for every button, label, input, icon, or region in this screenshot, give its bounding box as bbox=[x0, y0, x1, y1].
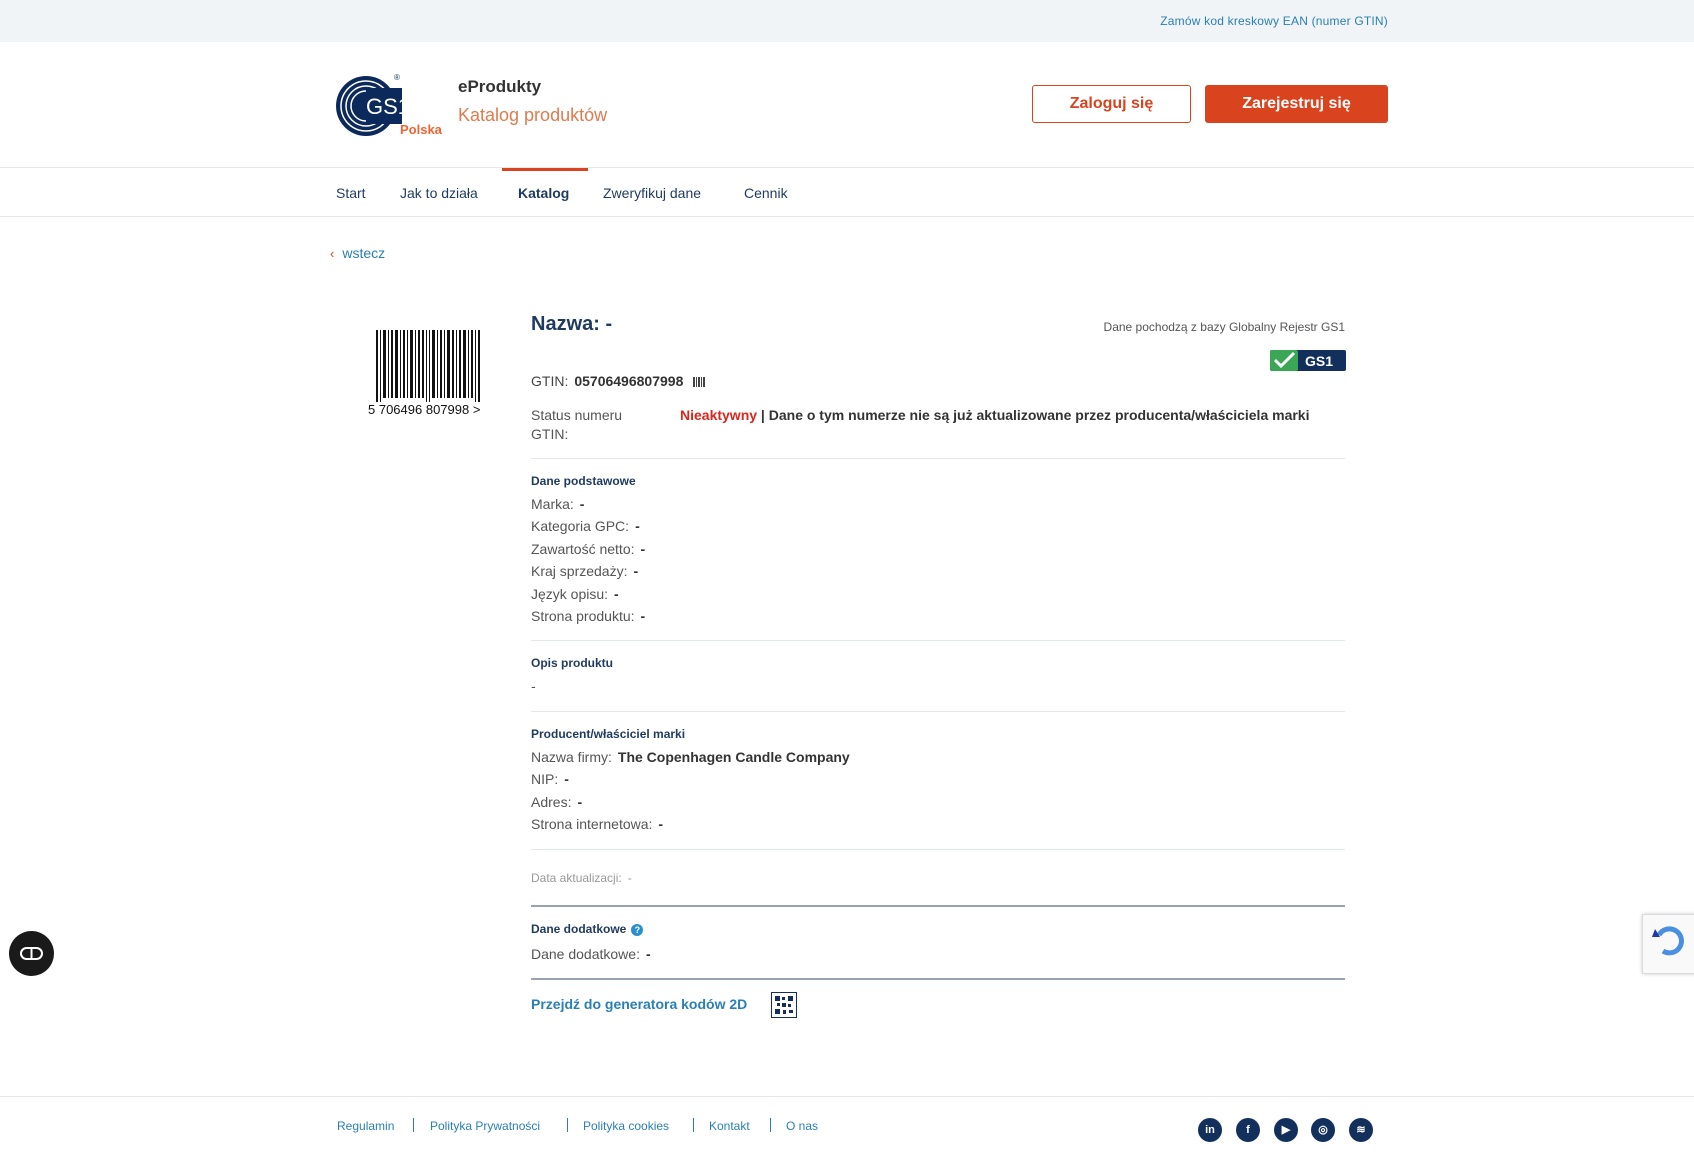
field-nip: NIP: - bbox=[531, 771, 569, 787]
generator-2d-link[interactable]: Przejdź do generatora kodów 2D bbox=[531, 996, 747, 1012]
footer-separator bbox=[413, 1118, 414, 1132]
footer-link-kontakt[interactable]: Kontakt bbox=[709, 1119, 750, 1133]
field-adres: Adres: - bbox=[531, 794, 583, 810]
linkedin-icon[interactable]: in bbox=[1198, 1118, 1222, 1142]
accessibility-icon bbox=[20, 947, 43, 960]
header: GS1 ® Polska eProdukty Katalog produktów… bbox=[0, 42, 1694, 168]
footer-separator bbox=[567, 1118, 568, 1132]
logo-polska: Polska bbox=[400, 122, 442, 137]
field-zawartosc-netto: Zawartość netto: - bbox=[531, 541, 646, 557]
youtube-icon[interactable]: ▶ bbox=[1274, 1118, 1298, 1142]
nav-item-start[interactable]: Start bbox=[336, 185, 366, 201]
description-value: - bbox=[531, 678, 536, 694]
order-barcode-link[interactable]: Zamów kod kreskowy EAN (numer GTIN) bbox=[1160, 14, 1388, 28]
recaptcha-icon bbox=[1652, 926, 1684, 956]
svg-text:GS1: GS1 bbox=[366, 94, 410, 119]
divider bbox=[531, 458, 1345, 459]
recaptcha-badge[interactable] bbox=[1642, 914, 1694, 974]
back-link[interactable]: ‹ wstecz bbox=[330, 245, 385, 261]
field-kraj-sprzedazy: Kraj sprzedaży: - bbox=[531, 563, 639, 579]
divider bbox=[531, 905, 1345, 907]
field-marka: Marka: - bbox=[531, 496, 585, 512]
field-jezyk-opisu: Język opisu: - bbox=[531, 586, 619, 602]
nav-item-zweryfikuj-dane[interactable]: Zweryfikuj dane bbox=[603, 185, 701, 201]
nav-item-katalog[interactable]: Katalog bbox=[518, 185, 569, 201]
nav-item-jak-to-dziala[interactable]: Jak to działa bbox=[400, 185, 478, 201]
main-nav: Start Jak to działa Katalog Zweryfikuj d… bbox=[0, 168, 1694, 217]
accessibility-button[interactable] bbox=[9, 931, 54, 976]
footer-link-o-nas[interactable]: O nas bbox=[786, 1119, 818, 1133]
instagram-icon[interactable]: ◎ bbox=[1311, 1118, 1335, 1142]
nav-active-indicator bbox=[502, 168, 588, 171]
status-description: | Dane o tym numerze nie są już aktualiz… bbox=[757, 407, 1310, 423]
footer-link-polityka-cookies[interactable]: Polityka cookies bbox=[583, 1119, 669, 1133]
additional-title-text: Dane dodatkowe bbox=[531, 922, 627, 936]
divider bbox=[531, 711, 1345, 712]
field-data-aktualizacji: Data aktualizacji: - bbox=[531, 871, 632, 885]
svg-text:®: ® bbox=[394, 73, 400, 82]
footer-separator bbox=[693, 1118, 694, 1132]
section-producer-title: Producent/właściciel marki bbox=[531, 727, 686, 741]
section-basic-title: Dane podstawowe bbox=[531, 474, 636, 488]
section-additional-title: Dane dodatkowe? bbox=[531, 922, 644, 936]
status-inactive: Nieaktywny bbox=[680, 407, 758, 423]
data-source-note: Dane pochodzą z bazy Globalny Rejestr GS… bbox=[1103, 320, 1345, 334]
product-title: Nazwa: - bbox=[531, 313, 613, 335]
divider bbox=[531, 978, 1345, 980]
field-strona-produktu: Strona produktu: - bbox=[531, 608, 646, 624]
field-strona-internetowa: Strona internetowa: - bbox=[531, 816, 664, 832]
gtin-value: 05706496807998 bbox=[574, 373, 684, 389]
facebook-icon[interactable]: f bbox=[1236, 1118, 1260, 1142]
brand-subtitle: Katalog produktów bbox=[458, 105, 608, 125]
qr-code-icon[interactable] bbox=[771, 992, 797, 1018]
divider bbox=[531, 640, 1345, 641]
svg-text:5 706496 807998 >: 5 706496 807998 > bbox=[368, 402, 480, 417]
nav-item-cennik[interactable]: Cennik bbox=[744, 185, 788, 201]
register-button[interactable]: Zarejestruj się bbox=[1205, 85, 1388, 123]
gs1-verified-badge: GS1 bbox=[1270, 350, 1346, 371]
footer-link-regulamin[interactable]: Regulamin bbox=[337, 1119, 394, 1133]
field-nazwa-firmy: Nazwa firmy: The Copenhagen Candle Compan… bbox=[531, 749, 850, 765]
svg-text:GS1: GS1 bbox=[1305, 353, 1333, 369]
brand-title: eProdukty bbox=[458, 77, 542, 96]
back-label: wstecz bbox=[342, 245, 386, 261]
section-description-title: Opis produktu bbox=[531, 656, 613, 670]
footer: Regulamin Polityka Prywatności Polityka … bbox=[0, 1096, 1694, 1155]
field-dane-dodatkowe: Dane dodatkowe: - bbox=[531, 946, 651, 962]
login-button[interactable]: Zaloguj się bbox=[1032, 85, 1191, 123]
chevron-left-icon: ‹ bbox=[330, 246, 335, 261]
field-kategoria-gpc: Kategoria GPC: - bbox=[531, 518, 640, 534]
divider bbox=[531, 849, 1345, 850]
spotify-icon[interactable]: ≋ bbox=[1349, 1118, 1373, 1142]
top-bar: Zamów kod kreskowy EAN (numer GTIN) bbox=[0, 0, 1694, 42]
footer-separator bbox=[770, 1118, 771, 1132]
barcode-image: 5 706496 807998 > bbox=[368, 330, 480, 417]
footer-link-polityka-prywatnosci[interactable]: Polityka Prywatności bbox=[430, 1119, 540, 1133]
status-label: Status numeru GTIN: bbox=[531, 407, 623, 442]
gtin-label: GTIN: bbox=[531, 373, 569, 389]
status-value: Nieaktywny | Dane o tym numerze nie są j… bbox=[680, 406, 1330, 425]
barcode-icon bbox=[693, 377, 706, 388]
help-icon[interactable]: ? bbox=[631, 923, 644, 936]
gtin-row: GTIN: 05706496807998 bbox=[531, 373, 706, 389]
